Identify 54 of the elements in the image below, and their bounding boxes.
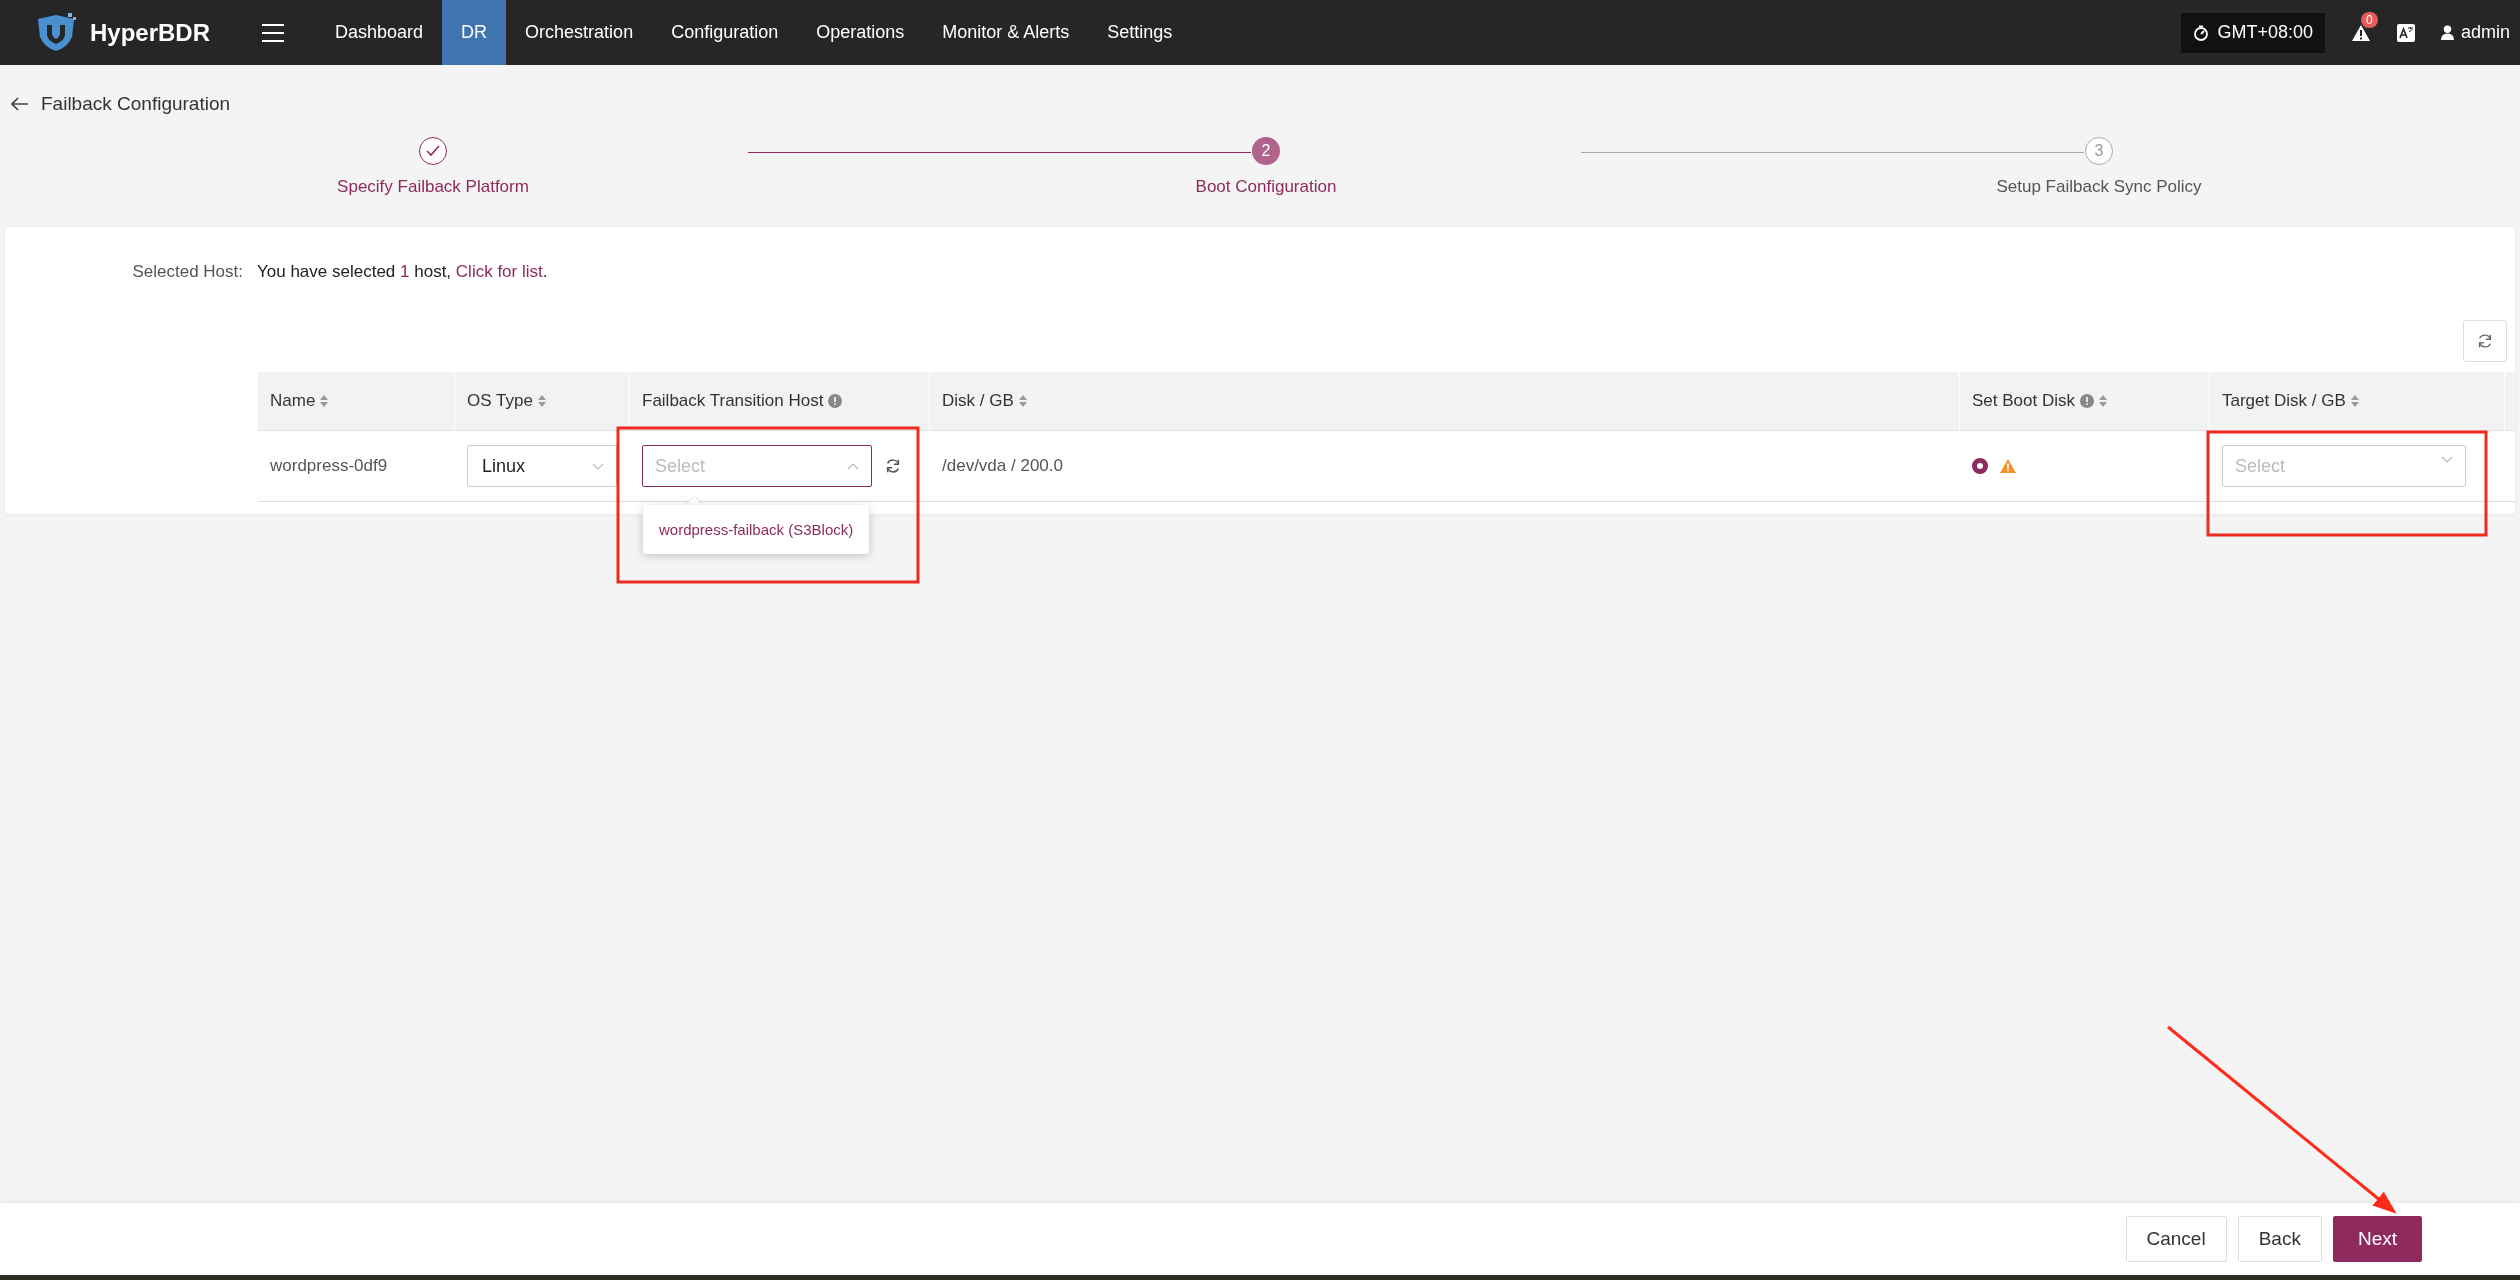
timer-icon (2193, 24, 2210, 41)
column-header: Disk / GB (930, 372, 1960, 430)
chevron-down-icon (2441, 456, 2453, 463)
field-label: Selected Host: (131, 262, 243, 282)
info-icon (828, 394, 843, 408)
column-header: Target Disk / GB (2210, 372, 2505, 430)
chevron-icon (847, 462, 859, 470)
refresh-button[interactable] (2463, 320, 2507, 362)
back-arrow-icon[interactable] (11, 97, 29, 111)
sort-icon[interactable] (320, 395, 329, 407)
nav-tab[interactable]: Settings (1088, 0, 1192, 65)
column-header: Set Boot Disk (1960, 372, 2210, 430)
os-type-select[interactable]: Linux (467, 445, 617, 487)
nav-tab[interactable]: Monitor & Alerts (923, 0, 1089, 65)
info-icon (2080, 394, 2094, 408)
refresh-icon (2476, 332, 2494, 350)
click-for-list-link[interactable]: Click for list (455, 262, 543, 281)
step-label: Boot Configuration (1195, 177, 1337, 197)
boot-disk-radio[interactable] (1972, 458, 1988, 474)
step-indicator: 3 (2085, 137, 2113, 165)
nav-tab[interactable]: DR (442, 0, 507, 65)
selected-host-text: You have selected 1 host, Click for list. (257, 262, 548, 282)
step-label: Specify Failback Platform (337, 177, 529, 197)
dropdown-option[interactable]: wordpress-failback (S3Block) (659, 521, 854, 538)
sort-icon[interactable] (1018, 395, 1027, 407)
step-label: Setup Failback Sync Policy (1996, 177, 2202, 197)
host-name-cell: wordpress-0df9 (270, 456, 388, 476)
user-icon (2440, 25, 2454, 40)
nav-tab[interactable]: Operations (797, 0, 924, 65)
footer-button[interactable]: Cancel (2125, 1216, 2227, 1262)
user-menu[interactable]: admin (2440, 22, 2510, 43)
sort-icon[interactable] (2350, 395, 2359, 407)
brand-name: HyperBDR (90, 18, 211, 47)
page-title: Failback Configuration (41, 93, 231, 115)
step-indicator: 2 (1252, 137, 1280, 165)
next-button[interactable]: Next (2332, 1216, 2422, 1262)
alert-icon[interactable] (2350, 23, 2371, 42)
alert-count-badge: 0 (2360, 11, 2378, 28)
menu-icon[interactable] (262, 23, 285, 42)
refresh-icon[interactable] (884, 457, 902, 475)
chevron-down-icon (592, 462, 604, 470)
sort-icon[interactable] (2099, 395, 2107, 407)
check-icon (426, 145, 440, 157)
translate-icon[interactable] (2396, 23, 2415, 42)
nav-tab[interactable]: Configuration (652, 0, 798, 65)
column-header: Name (258, 372, 455, 430)
footer-button[interactable]: Back (2237, 1216, 2322, 1262)
disk-cell: /dev/vda / 200.0 (942, 456, 1063, 476)
nav-tab[interactable]: Dashboard (316, 0, 443, 65)
column-header: Failback Transition Host (630, 372, 930, 430)
column-header: OS Type (455, 372, 630, 430)
nav-tab[interactable]: Orchestration (506, 0, 653, 65)
timezone-button[interactable]: GMT+08:00 (2181, 12, 2325, 53)
sort-icon[interactable] (537, 395, 546, 407)
